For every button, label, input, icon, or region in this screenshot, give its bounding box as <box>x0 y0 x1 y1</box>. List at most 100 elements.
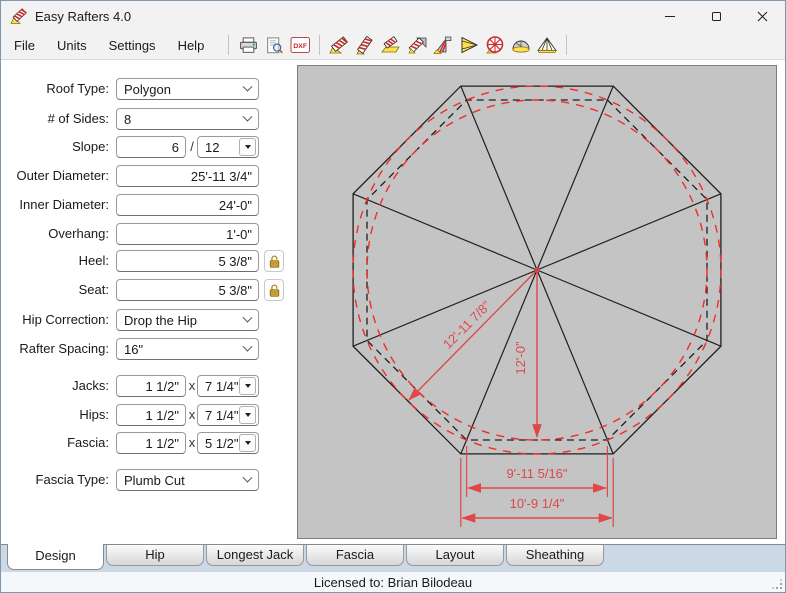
fascia-separator: x <box>188 435 196 450</box>
inner-diameter-input[interactable] <box>116 194 259 216</box>
form-row-inner-diameter: Inner Diameter: <box>1 194 293 216</box>
menu-settings[interactable]: Settings <box>105 35 160 56</box>
chevron-down-icon <box>242 111 253 122</box>
chevron-down-icon <box>242 81 253 92</box>
dropdown-arrow-button[interactable] <box>239 434 256 452</box>
print-button[interactable] <box>235 33 261 57</box>
roof-type-value: Polygon <box>124 81 171 97</box>
gable-roof-icon <box>461 36 479 54</box>
tab-strip: Design Hip Longest Jack Fascia Layout Sh… <box>1 544 785 571</box>
gable-roof-tool-button[interactable] <box>456 33 482 57</box>
jack-rafter-tool-button[interactable] <box>378 33 404 57</box>
maximize-icon <box>711 11 721 21</box>
close-icon <box>757 11 767 21</box>
menu-help[interactable]: Help <box>174 35 209 56</box>
slope-separator: / <box>190 139 194 154</box>
dropdown-arrow-button[interactable] <box>239 138 256 156</box>
hips-thickness-input[interactable] <box>116 404 186 426</box>
fascia-thickness-input[interactable] <box>116 432 186 454</box>
toolbar-separator <box>319 35 321 55</box>
valley-rafter-tool-button[interactable] <box>404 33 430 57</box>
form-row-overhang: Overhang: <box>1 223 293 245</box>
irregular-hip-icon <box>433 36 452 54</box>
minimize-button[interactable] <box>647 1 693 31</box>
dropdown-arrow-icon <box>244 384 251 388</box>
resize-grip[interactable] <box>771 578 783 590</box>
menu-units[interactable]: Units <box>53 35 91 56</box>
fascia-width-value: 5 1/2" <box>205 435 239 451</box>
tab-fascia[interactable]: Fascia <box>306 545 404 566</box>
chevron-down-icon <box>242 341 253 352</box>
close-button[interactable] <box>739 1 785 31</box>
gazebo-roof-tool-button[interactable] <box>534 33 560 57</box>
menu-bar: File Units Settings Help DXF <box>1 31 785 59</box>
print-preview-button[interactable] <box>261 33 287 57</box>
fascia-type-select[interactable]: Plumb Cut <box>116 469 259 491</box>
gazebo-roof-icon <box>537 37 558 53</box>
app-icon <box>10 7 27 25</box>
title-bar: Easy Rafters 4.0 <box>1 1 785 31</box>
minimize-icon <box>665 15 675 17</box>
sides-value: 8 <box>124 111 132 127</box>
roof-type-label: Roof Type: <box>46 81 109 96</box>
slope-rise-input[interactable] <box>116 136 186 158</box>
dropdown-arrow-button[interactable] <box>239 377 256 395</box>
heel-label: Heel: <box>78 253 109 268</box>
slope-base-select[interactable]: 12 <box>197 136 259 158</box>
hip-rafter-icon <box>356 35 373 55</box>
dimension-extension-lines <box>460 446 614 527</box>
hip-rafter-tool-button[interactable] <box>352 33 378 57</box>
form-row-roof-type: Roof Type: Polygon <box>1 78 293 100</box>
rafter-spacing-value: 16" <box>124 341 144 357</box>
form-row-fascia-type: Fascia Type: Plumb Cut <box>1 469 293 491</box>
svg-text:DXF: DXF <box>293 43 307 50</box>
main-content: Roof Type: Polygon # of Sides: 8 Slope: … <box>1 59 785 544</box>
irregular-hip-tool-button[interactable] <box>430 33 456 57</box>
hip-correction-select[interactable]: Drop the Hip <box>116 309 259 331</box>
rafter-spacing-select[interactable]: 16" <box>116 338 259 360</box>
license-text: Licensed to: Brian Bilodeau <box>313 575 473 590</box>
dropdown-arrow-button[interactable] <box>239 406 256 424</box>
common-rafter-tool-button[interactable] <box>326 33 352 57</box>
valley-rafter-icon <box>408 37 427 54</box>
chevron-down-icon <box>242 472 253 483</box>
maximize-button[interactable] <box>693 1 739 31</box>
outer-diameter-label: Outer Diameter: <box>16 168 109 183</box>
hip-correction-label: Hip Correction: <box>22 312 109 327</box>
outer-diameter-input[interactable] <box>116 165 259 187</box>
heel-lock-button[interactable] <box>264 250 284 272</box>
tab-hip[interactable]: Hip <box>106 545 204 566</box>
tab-longest-jack[interactable]: Longest Jack <box>206 545 304 566</box>
hips-separator: x <box>188 407 196 422</box>
form-row-hip-correction: Hip Correction: Drop the Hip <box>1 309 293 331</box>
jacks-width-select[interactable]: 7 1/4" <box>197 375 259 397</box>
dxf-export-button[interactable]: DXF <box>287 33 313 57</box>
hip-run-dimension-line <box>408 269 538 401</box>
overhang-input[interactable] <box>116 223 259 245</box>
seat-lock-button[interactable] <box>264 279 284 301</box>
seat-input[interactable] <box>116 279 259 301</box>
jacks-separator: x <box>188 378 196 393</box>
tab-design[interactable]: Design <box>7 544 104 570</box>
seat-label: Seat: <box>78 282 109 297</box>
heel-input[interactable] <box>116 250 259 272</box>
roof-type-select[interactable]: Polygon <box>116 78 259 100</box>
polygon-roof-icon <box>486 36 504 54</box>
dome-roof-tool-button[interactable] <box>508 33 534 57</box>
tab-sheathing[interactable]: Sheathing <box>506 545 604 566</box>
hip-correction-value: Drop the Hip <box>124 312 197 328</box>
tab-layout[interactable]: Layout <box>406 545 504 566</box>
dropdown-arrow-icon <box>244 413 251 417</box>
jacks-thickness-input[interactable] <box>116 375 186 397</box>
fascia-label: Fascia: <box>67 435 109 450</box>
polygon-roof-tool-button[interactable] <box>482 33 508 57</box>
form-row-slope: Slope: / 12 <box>1 136 293 158</box>
hips-width-select[interactable]: 7 1/4" <box>197 404 259 426</box>
sides-select[interactable]: 8 <box>116 108 259 130</box>
form-row-sides: # of Sides: 8 <box>1 108 293 130</box>
fascia-type-value: Plumb Cut <box>124 472 185 488</box>
fascia-width-select[interactable]: 5 1/2" <box>197 432 259 454</box>
status-bar: Licensed to: Brian Bilodeau <box>1 571 785 592</box>
menu-file[interactable]: File <box>10 35 39 56</box>
chevron-down-icon <box>242 312 253 323</box>
